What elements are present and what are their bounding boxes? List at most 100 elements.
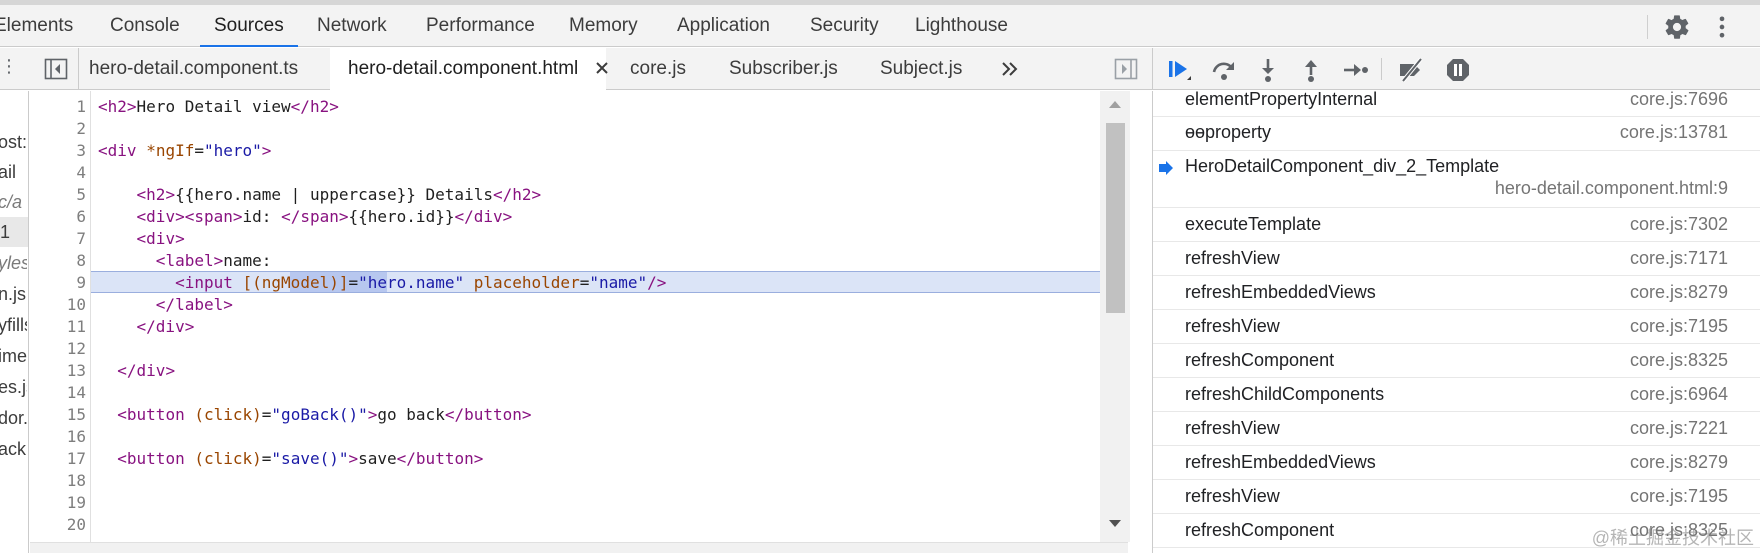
- call-frame[interactable]: refreshView core.js:7195: [1153, 310, 1760, 344]
- frame-location[interactable]: core.js:7171: [1630, 248, 1728, 269]
- line-number[interactable]: 2: [30, 118, 86, 140]
- step-into-icon[interactable]: [1254, 56, 1282, 84]
- frame-location[interactable]: core.js:7195: [1630, 486, 1728, 507]
- line-number[interactable]: 9: [30, 272, 86, 294]
- line-number[interactable]: 15: [30, 404, 86, 426]
- code-token: id:: [242, 207, 282, 226]
- frame-location[interactable]: core.js:8279: [1630, 452, 1728, 473]
- frame-location[interactable]: core.js:7221: [1630, 418, 1728, 439]
- code-token: <: [136, 207, 147, 226]
- code-token: "hero": [204, 141, 262, 160]
- line-number[interactable]: 3: [30, 140, 86, 162]
- call-frame[interactable]: refreshChildComponents core.js:6964: [1153, 378, 1760, 412]
- frame-location[interactable]: hero-detail.component.html:9: [1495, 178, 1728, 199]
- scrollbar-thumb[interactable]: [1106, 123, 1125, 313]
- navigator-item[interactable]: yfills: [0, 310, 27, 340]
- navigator-item[interactable]: n.js: [0, 279, 27, 309]
- divider: [78, 48, 79, 90]
- line-number[interactable]: 16: [30, 426, 86, 448]
- navigator-item[interactable]: ime: [0, 341, 27, 371]
- more-vert-icon[interactable]: [1708, 13, 1736, 41]
- close-icon[interactable]: [592, 58, 612, 78]
- code-token: =: [261, 405, 272, 424]
- tab-hero-detail-html[interactable]: hero-detail.component.html: [348, 48, 578, 89]
- call-frame[interactable]: refreshView core.js:7171: [1153, 242, 1760, 276]
- tab-subscriber-js[interactable]: Subscriber.js: [729, 48, 838, 89]
- scroll-up-icon[interactable]: [1106, 97, 1124, 111]
- navigator-item[interactable]: yles: [0, 248, 27, 278]
- line-number[interactable]: 12: [30, 338, 86, 360]
- line-number[interactable]: 4: [30, 162, 86, 184]
- call-frame-current[interactable]: HeroDetailComponent_div_2_Template hero-…: [1153, 151, 1760, 208]
- navigator-item[interactable]: ack:/: [0, 434, 27, 464]
- code-token: </: [444, 405, 465, 424]
- call-frame[interactable]: elementPropertyInternal core.js:7696: [1153, 91, 1760, 117]
- tab-application[interactable]: Application: [677, 5, 770, 46]
- frame-location[interactable]: core.js:8325: [1630, 350, 1728, 371]
- tab-core-js[interactable]: core.js: [630, 48, 686, 89]
- code-token: </: [117, 361, 137, 380]
- code-token: >: [175, 207, 185, 226]
- editor-horizontal-scrollbar[interactable]: [30, 542, 1128, 553]
- tab-hero-detail-ts[interactable]: hero-detail.component.ts: [89, 48, 298, 89]
- call-frame[interactable]: refreshComponent core.js:8325: [1153, 344, 1760, 378]
- tab-security[interactable]: Security: [810, 5, 879, 46]
- call-frame[interactable]: refreshView core.js:7195: [1153, 480, 1760, 514]
- line-number[interactable]: 5: [30, 184, 86, 206]
- line-number[interactable]: 1: [30, 96, 86, 118]
- call-frame[interactable]: executeTemplate core.js:7302: [1153, 208, 1760, 242]
- step-out-icon[interactable]: [1297, 56, 1325, 84]
- resume-icon[interactable]: [1165, 56, 1193, 84]
- line-number[interactable]: 17: [30, 448, 86, 470]
- line-number[interactable]: 14: [30, 382, 86, 404]
- call-frame[interactable]: refreshEmbeddedViews core.js:8279: [1153, 276, 1760, 310]
- frame-location[interactable]: core.js:6964: [1630, 384, 1728, 405]
- chevron-double-right-icon[interactable]: [998, 57, 1022, 81]
- frame-location[interactable]: core.js:7696: [1630, 91, 1728, 110]
- line-number[interactable]: 13: [30, 360, 86, 382]
- code-editor[interactable]: 1 2 3 4 5 6 7 8 9 10 11 12 13 14 15 16 1…: [30, 91, 1117, 542]
- line-number[interactable]: 19: [30, 492, 86, 514]
- tab-memory[interactable]: Memory: [569, 5, 638, 46]
- navigator-item[interactable]: ail: [0, 157, 27, 187]
- frame-location[interactable]: core.js:7302: [1630, 214, 1728, 235]
- step-over-icon[interactable]: [1210, 56, 1238, 84]
- navigator-item[interactable]: es.js: [0, 372, 27, 402]
- navigator-item-selected[interactable]: 1: [0, 217, 28, 247]
- tab-performance[interactable]: Performance: [426, 5, 535, 46]
- line-number[interactable]: 11: [30, 316, 86, 338]
- tab-subject-js[interactable]: Subject.js: [880, 48, 962, 89]
- debugger-toggle-icon[interactable]: [1114, 58, 1138, 80]
- navigator-item[interactable]: c/a: [0, 187, 27, 217]
- step-icon[interactable]: [1341, 56, 1369, 84]
- editor-vertical-scrollbar[interactable]: [1100, 91, 1130, 542]
- tab-network[interactable]: Network: [317, 5, 387, 46]
- line-number[interactable]: 18: [30, 470, 86, 492]
- frame-location[interactable]: core.js:7195: [1630, 316, 1728, 337]
- tab-lighthouse[interactable]: Lighthouse: [915, 5, 1008, 46]
- code-token: >: [232, 207, 243, 226]
- frame-location[interactable]: core.js:13781: [1620, 122, 1728, 143]
- code-token: >: [165, 185, 176, 204]
- pause-on-exceptions-icon[interactable]: [1444, 56, 1472, 84]
- call-frame[interactable]: ɵɵproperty core.js:13781: [1153, 117, 1760, 151]
- tab-sources[interactable]: Sources: [200, 5, 298, 47]
- frame-location[interactable]: core.js:8279: [1630, 282, 1728, 303]
- navigator-item[interactable]: ost:: [0, 127, 27, 157]
- navigator-toggle-icon[interactable]: [44, 58, 68, 80]
- deactivate-breakpoints-icon[interactable]: [1397, 56, 1425, 84]
- navigator-item[interactable]: dor.: [0, 403, 27, 433]
- tab-elements[interactable]: Elements: [0, 5, 73, 46]
- line-number[interactable]: 10: [30, 294, 86, 316]
- code-token: go back: [377, 405, 445, 424]
- call-frame[interactable]: refreshView core.js:7221: [1153, 412, 1760, 446]
- line-number[interactable]: 6: [30, 206, 86, 228]
- line-number-gutter[interactable]: 1 2 3 4 5 6 7 8 9 10 11 12 13 14 15 16 1…: [30, 91, 91, 542]
- line-number[interactable]: 8: [30, 250, 86, 272]
- line-number[interactable]: 20: [30, 514, 86, 536]
- tab-console[interactable]: Console: [110, 5, 180, 46]
- scroll-down-icon[interactable]: [1106, 517, 1124, 531]
- call-frame[interactable]: refreshEmbeddedViews core.js:8279: [1153, 446, 1760, 480]
- line-number[interactable]: 7: [30, 228, 86, 250]
- gear-icon[interactable]: [1663, 13, 1691, 41]
